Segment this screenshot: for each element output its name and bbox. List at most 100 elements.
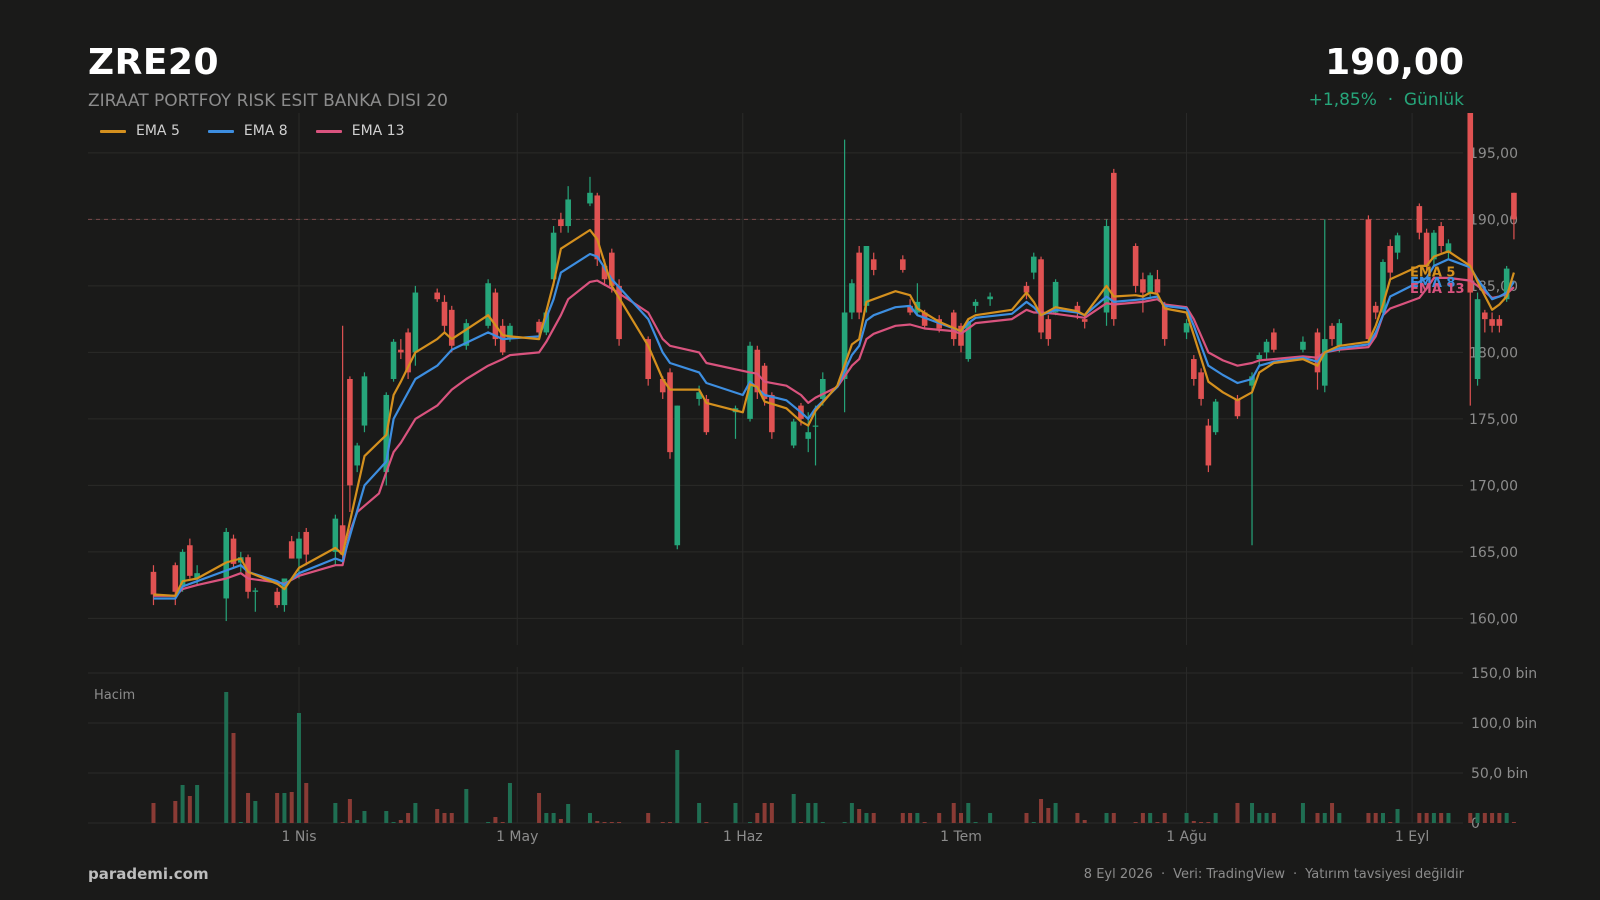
candle-body — [252, 590, 259, 592]
volume-tick-label: 150,0 bin — [1471, 666, 1537, 682]
candle-body — [769, 394, 775, 433]
volume-bar — [966, 803, 971, 823]
volume-bar — [617, 822, 622, 823]
volume-tick-label: 50,0 bin — [1471, 766, 1528, 782]
volume-bar — [282, 793, 287, 823]
candle-body — [1511, 192, 1517, 220]
volume-bar — [842, 822, 847, 823]
volume-bar — [1199, 822, 1204, 823]
volume-bar — [231, 733, 236, 823]
volume-bar — [464, 789, 469, 823]
volume-bar — [668, 822, 673, 823]
volume-tick-label: 100,0 bin — [1471, 716, 1537, 732]
volume-bar — [1264, 813, 1269, 823]
candle-body — [172, 565, 179, 592]
volume-bar — [1206, 822, 1211, 823]
candle-body — [1038, 259, 1044, 333]
volume-bar — [362, 811, 367, 823]
volume-bar — [1148, 813, 1153, 823]
candle-body — [900, 259, 906, 270]
volume-bar — [566, 804, 571, 823]
volume-bar — [398, 820, 403, 823]
volume-bar — [1235, 803, 1240, 823]
volume-bar — [537, 793, 542, 823]
candle-body — [1423, 232, 1430, 266]
time-tick-label: 1 Haz — [723, 829, 763, 845]
volume-bar — [697, 803, 702, 823]
volume-bar — [587, 813, 592, 823]
volume-bar — [1446, 813, 1451, 823]
volume-bar — [224, 692, 229, 823]
volume-bar — [486, 822, 491, 823]
volume-bar — [1082, 820, 1087, 823]
volume-bar — [195, 785, 200, 823]
candle-body — [558, 219, 564, 227]
footer-separator: · — [1160, 867, 1166, 882]
candle-body — [972, 301, 979, 306]
volume-bar — [1140, 813, 1145, 823]
volume-bar — [1257, 813, 1262, 823]
volume-bar — [922, 822, 927, 823]
volume-bar — [609, 822, 614, 823]
candle-body — [296, 538, 302, 559]
candle-body — [1271, 332, 1277, 350]
volume-bar — [660, 822, 665, 823]
volume-bar — [1039, 799, 1044, 823]
volume-bar — [1111, 813, 1116, 823]
candle-body — [1154, 279, 1161, 293]
volume-bar — [1162, 813, 1167, 823]
candle-body — [987, 296, 993, 300]
volume-bar — [675, 750, 680, 823]
candle-body — [849, 283, 855, 313]
volume-bar — [820, 822, 825, 823]
volume-bar — [406, 813, 411, 823]
volume-bar — [864, 813, 869, 823]
volume-bar — [1366, 813, 1371, 823]
volume-bar — [1184, 813, 1189, 823]
candle-body — [448, 309, 455, 346]
volume-bar — [1024, 813, 1029, 823]
candle-body — [1438, 226, 1444, 246]
ema8-line — [153, 252, 1515, 600]
volume-bar — [733, 803, 738, 823]
candle-body — [950, 312, 957, 340]
volume-bar — [915, 813, 920, 823]
candle-body — [1183, 323, 1190, 333]
volume-bar — [1439, 813, 1444, 823]
candle-body — [594, 195, 601, 260]
candle-body — [441, 301, 448, 326]
volume-bar — [507, 783, 512, 823]
volume-bar — [595, 821, 600, 823]
volume-bar — [391, 822, 396, 823]
volume-bar — [1337, 813, 1342, 823]
candle-body — [1234, 398, 1241, 417]
volume-bar — [296, 713, 301, 823]
candle-body — [1132, 246, 1139, 286]
candle-body — [1372, 305, 1379, 313]
volume-bar — [1191, 821, 1196, 823]
candle-body — [805, 432, 812, 439]
footer-disclaimer: Yatırım tavsiyesi değildir — [1305, 867, 1464, 882]
volume-bar — [1373, 813, 1378, 823]
volume-bar — [857, 809, 862, 823]
volume-bar — [988, 813, 993, 823]
candle-body — [1191, 359, 1197, 379]
volume-bar — [762, 803, 767, 823]
candle-body — [1387, 246, 1394, 273]
candle-body — [274, 591, 280, 606]
series-end-label: EMA 13 — [1410, 282, 1465, 297]
volume-bar — [435, 809, 440, 823]
candle-body — [870, 259, 877, 270]
volume-bar — [1388, 822, 1393, 823]
volume-bar — [1213, 813, 1218, 823]
candle-body — [565, 199, 571, 227]
candle-body — [1256, 355, 1263, 360]
volume-pane-label: Hacim — [94, 688, 135, 703]
footer-info: 8 Eyl 2026 · Veri: TradingView · Yatırım tav… — [1084, 867, 1464, 882]
candle-body — [1365, 219, 1372, 340]
candle-body — [347, 379, 353, 486]
volume-bar — [238, 822, 243, 823]
price-chart[interactable]: 160,00165,00170,00175,00180,00185,00190,… — [0, 0, 1600, 900]
volume-bar — [646, 813, 651, 823]
candle-body — [1489, 319, 1495, 326]
